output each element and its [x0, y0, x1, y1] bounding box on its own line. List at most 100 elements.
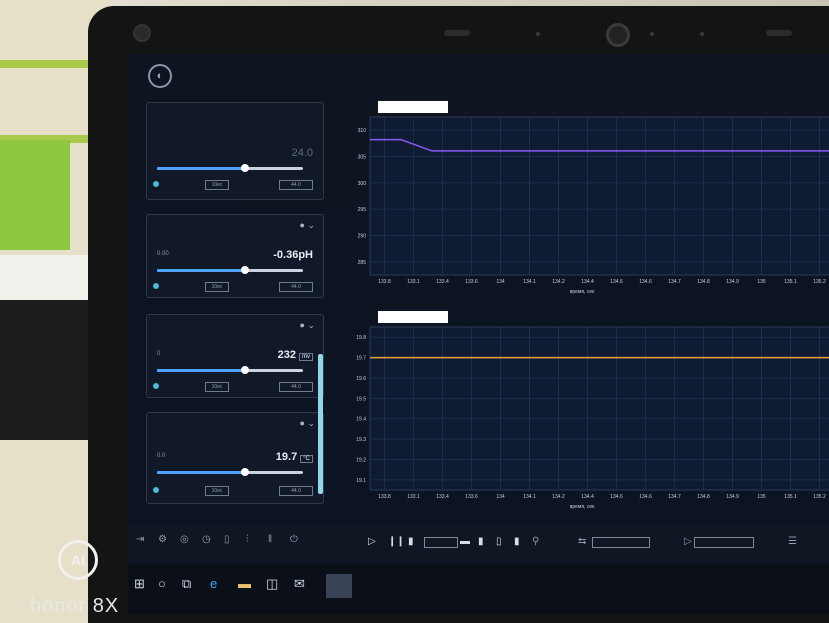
toggle-icon[interactable] [153, 181, 159, 187]
export-icon[interactable]: ⇥ [136, 534, 144, 545]
toggle-icon[interactable] [153, 383, 159, 389]
settings-icon[interactable]: ⚙ [158, 534, 167, 545]
task-view-icon[interactable]: ⧉ [182, 576, 191, 592]
step-icon[interactable]: ▬ [460, 536, 470, 547]
browser-icon[interactable]: e [210, 576, 217, 591]
x-tick-label: 134.1 [523, 279, 536, 285]
panel-button[interactable]: 10ec [205, 282, 229, 292]
timer-icon[interactable]: ◷ [202, 534, 211, 545]
panel-value-box[interactable]: 44.0 [279, 486, 313, 496]
store-icon[interactable]: ◫ [266, 576, 278, 592]
panel-value-box[interactable]: 44.0 [279, 282, 313, 292]
x-tick-label: 135.2 [813, 494, 826, 500]
stop-icon[interactable]: ▮ [408, 536, 414, 547]
app-logo-icon[interactable]: ◐ [148, 64, 172, 88]
x-tick-label: 134.2 [552, 279, 565, 285]
zoom-icon[interactable]: ⚲ [532, 536, 539, 547]
search-icon[interactable]: ○ [158, 576, 166, 591]
x-tick-label: 134.4 [581, 494, 594, 500]
white-box [0, 255, 100, 305]
record-icon[interactable]: ◎ [180, 534, 189, 545]
windows-start-icon[interactable]: ⊞ [134, 576, 145, 592]
x-tick-label: 134.6 [639, 279, 652, 285]
play-icon[interactable]: ▷ [368, 536, 376, 547]
x-tick-label: 135 [757, 494, 766, 500]
slider-thumb[interactable] [240, 266, 249, 274]
plot-area [369, 116, 829, 276]
sensor-value-number: 19.7 [275, 451, 298, 463]
time-field[interactable] [424, 537, 458, 548]
mail-icon[interactable]: ✉ [294, 576, 305, 592]
bezel-slot [766, 30, 792, 36]
pin-icon[interactable]: ⫶ [246, 534, 249, 545]
panel-value-box[interactable]: 44.0 [279, 180, 313, 190]
panel-button[interactable]: 10ec [205, 180, 229, 190]
windows-taskbar: ⊞ ○ ⧉ e ▬ ◫ ✉ [128, 564, 829, 614]
y-tick-label: 285 [358, 260, 367, 266]
x-tick-label: 133.1 [407, 494, 420, 500]
sensor-min-label: 0.0 [157, 453, 166, 459]
table-icon[interactable]: ☰ [788, 536, 797, 547]
flag-icon[interactable]: ▯ [496, 536, 502, 547]
webcam-icon [606, 23, 630, 47]
sensor-value: 232 mv [278, 349, 313, 361]
y-tick-label: 19.6 [356, 376, 366, 382]
sensor-value: 24.0 [291, 147, 313, 159]
bezel-slot [444, 30, 470, 36]
y-tick-label: 305 [358, 155, 367, 161]
mode-select[interactable] [694, 537, 754, 548]
sensor-slider[interactable] [157, 266, 303, 274]
panel-button[interactable]: 10ec [205, 486, 229, 496]
y-tick-label: 310 [358, 128, 367, 134]
photo-scene: ◐ 24.0 10ec 44.0 ● ⌄ 0.00 -0.36pH 10ec 4… [0, 0, 829, 623]
x-tick-label: 134.8 [697, 494, 710, 500]
marker-icon[interactable]: ▮ [478, 536, 484, 547]
x-tick-label: 133.8 [378, 494, 391, 500]
power-icon[interactable]: ⏻ [290, 534, 298, 545]
panel-menu-icon[interactable]: ● ⌄ [300, 320, 315, 331]
sensor-icon[interactable]: ▯ [224, 534, 230, 545]
slider-fill [157, 471, 245, 474]
slider-thumb[interactable] [240, 366, 249, 374]
laptop-screen: ◐ 24.0 10ec 44.0 ● ⌄ 0.00 -0.36pH 10ec 4… [128, 54, 829, 614]
toggle-icon[interactable] [153, 283, 159, 289]
sensor-value-number: -0.36 [273, 249, 299, 261]
x-tick-label: 135.2 [813, 279, 826, 285]
legend-box [378, 101, 448, 113]
y-tick-label: 295 [358, 207, 367, 213]
layout-icon[interactable]: ⇆ [578, 536, 586, 547]
x-tick-label: 134.6 [610, 494, 623, 500]
ai-badge: AI [58, 540, 98, 580]
bookmark-icon[interactable]: ▮ [514, 536, 520, 547]
panel-menu-icon[interactable]: ● ⌄ [300, 220, 315, 231]
x-tick-label: 133.1 [407, 279, 420, 285]
x-tick-label: 135 [757, 279, 766, 285]
toggle-icon[interactable] [153, 487, 159, 493]
y-tick-label: 290 [358, 234, 367, 240]
sensor-unit[interactable]: mv [299, 353, 313, 361]
slider-thumb[interactable] [240, 468, 249, 476]
panel-value-box[interactable]: 44.0 [279, 382, 313, 392]
pause-icon[interactable]: ❙❙ [388, 536, 405, 547]
sensor-slider[interactable] [157, 164, 303, 172]
second-laptop [0, 300, 100, 440]
mode-icon[interactable]: ▷ [684, 536, 692, 547]
sensor-slider[interactable] [157, 366, 303, 374]
x-tick-label: 134.2 [552, 494, 565, 500]
panel-scrollbar[interactable] [318, 354, 323, 494]
panel-menu-icon[interactable]: ● ⌄ [300, 418, 315, 429]
app-taskbar-icon[interactable] [326, 574, 352, 598]
sensor-panel-0: 24.0 10ec 44.0 [146, 102, 324, 200]
bezel-dot [536, 32, 540, 36]
slider-thumb[interactable] [240, 164, 249, 172]
folder-icon[interactable]: ▬ [238, 576, 251, 591]
x-tick-label: 133.4 [436, 279, 449, 285]
y-tick-label: 19.2 [356, 457, 366, 463]
sensor-panel-3: ● ⌄ 0.0 19.7 °C 10ec 44.0 [146, 412, 324, 504]
sensor-slider[interactable] [157, 468, 303, 476]
probe-icon[interactable]: ǁ [268, 534, 272, 545]
sensor-unit[interactable]: °C [300, 455, 313, 463]
x-tick-label: 133.6 [465, 279, 478, 285]
layout-select[interactable] [592, 537, 650, 548]
panel-button[interactable]: 10ec [205, 382, 229, 392]
